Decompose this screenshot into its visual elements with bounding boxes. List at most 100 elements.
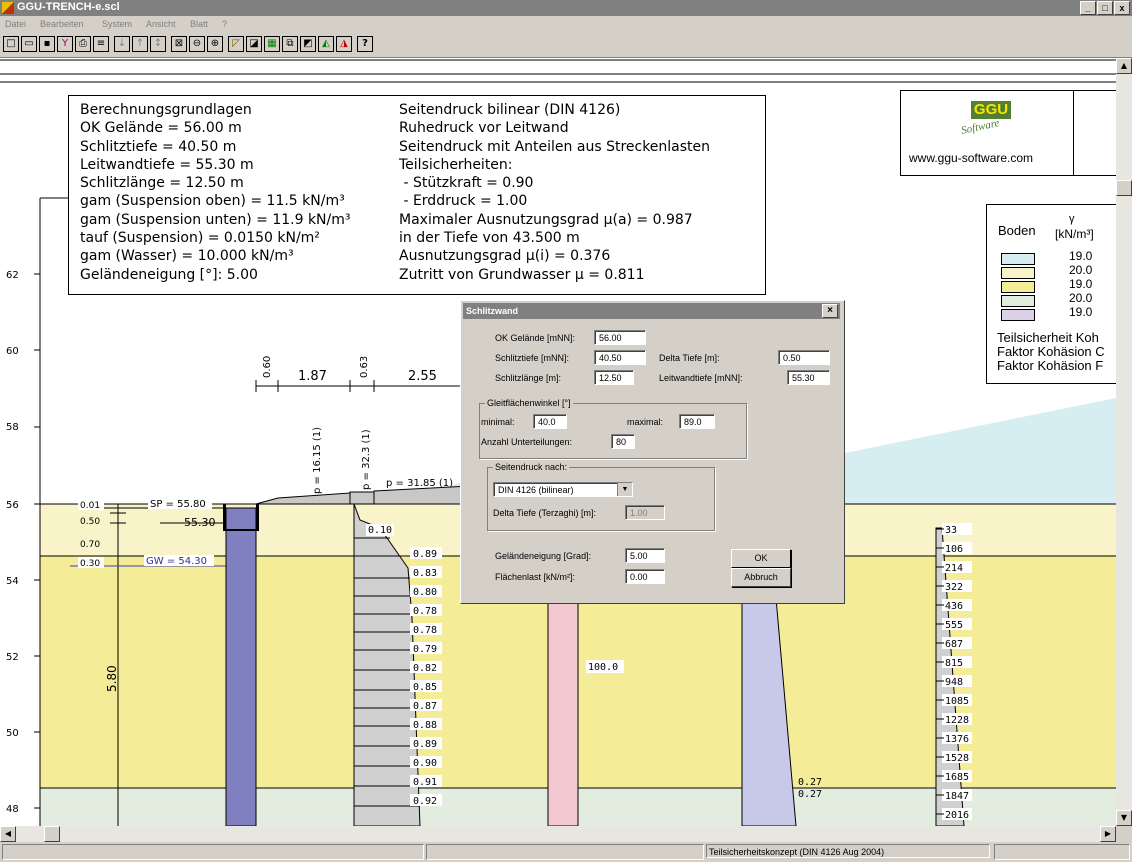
send-icon[interactable]: ◭ <box>318 36 334 52</box>
schlitztiefe-input[interactable]: 40.50 <box>594 350 646 365</box>
gleit-group <box>479 403 747 459</box>
mu-label: 0.89 <box>413 549 437 560</box>
y-tick-54: 54 <box>6 576 19 587</box>
dialog-close-icon[interactable]: × <box>822 304 838 318</box>
mu-label: 0.82 <box>413 663 437 674</box>
help-button[interactable]: ? <box>357 36 373 52</box>
table-icon[interactable]: ▦ <box>264 36 280 52</box>
new-icon[interactable]: □ <box>3 36 19 52</box>
export-icon[interactable]: ◮ <box>336 36 352 52</box>
paint-icon[interactable]: ◩ <box>300 36 316 52</box>
legend-swatch <box>1001 295 1035 307</box>
filter-icon[interactable]: Y <box>57 36 73 52</box>
save-icon[interactable]: ▪ <box>39 36 55 52</box>
logo-box: GGU Software www.ggu-software.com <box>900 90 1116 176</box>
edit-icon[interactable]: ◪ <box>246 36 262 52</box>
center-value: 100.0 <box>588 662 618 673</box>
horizontal-scrollbar[interactable]: ◀ ▶ <box>0 826 1116 842</box>
legend-swatch <box>1001 281 1035 293</box>
legend-gamma: γ <box>1069 213 1075 225</box>
minimize-button[interactable]: _ <box>1080 1 1096 15</box>
window-title: GGU-TRENCH-e.scl <box>17 1 120 13</box>
schlitzwand-dialog: Schlitzwand × OK Gelände [mNN]: 56.00 Sc… <box>460 300 845 604</box>
minimal-input[interactable]: 40.0 <box>533 414 567 429</box>
title-bar: GGU-TRENCH-e.scl _ □ x <box>0 0 1132 16</box>
gw-label: GW = 54.30 <box>146 556 207 567</box>
load-label-2: p = 32.3 (1) <box>361 429 372 490</box>
info-right-line-1: Ruhedruck vor Leitwand <box>399 120 569 137</box>
neigung-input[interactable]: 5.00 <box>625 548 665 563</box>
menu-bar: Datei Bearbeiten System Ansicht Blatt ? <box>0 16 1132 32</box>
move-up-icon[interactable]: ↑ <box>132 36 148 52</box>
print-icon[interactable]: ⎙ <box>75 36 91 52</box>
legend-note: Faktor Kohäsion C <box>997 344 1105 359</box>
anzahl-input[interactable]: 80 <box>611 434 635 449</box>
mu-top: 0.10 <box>368 525 392 536</box>
horizontal-scroll-thumb[interactable] <box>44 826 60 842</box>
dim-063: 0.63 <box>359 356 370 378</box>
info-right-line-9: Zutritt von Grundwasser µ = 0.811 <box>399 266 645 283</box>
legend-title: Boden <box>998 223 1036 238</box>
legend-notes: Teilsicherheit Koh Faktor Kohäsion C Fakto… <box>997 331 1105 373</box>
info-right-line-8: Ausnutzungsgrad µ(i) = 0.376 <box>399 248 611 265</box>
info-left-line-7: tauf (Suspension) = 0.0150 kN/m² <box>80 230 320 247</box>
pressure-label: 948 <box>945 677 963 688</box>
pressure-label: 33 <box>945 525 957 536</box>
open-icon[interactable]: ▭ <box>21 36 37 52</box>
mu-label: 0.79 <box>413 644 437 655</box>
menu-blatt[interactable]: Blatt <box>190 19 208 29</box>
purple-value-1: 0.27 <box>798 777 822 788</box>
gleit-group-title: Gleitflächenwinkel [°] <box>485 398 573 408</box>
mu-label: 0.78 <box>413 625 437 636</box>
maximal-input[interactable]: 89.0 <box>679 414 715 429</box>
zoom-window-icon[interactable]: ⊠ <box>171 36 187 52</box>
y-tick-60: 60 <box>6 346 19 357</box>
mu-label: 0.87 <box>413 701 437 712</box>
copy-icon[interactable]: ⧉ <box>282 36 298 52</box>
zoom-out-icon[interactable]: ⊖ <box>189 36 205 52</box>
info-left-line-3: Leitwandtiefe = 55.30 m <box>80 156 254 173</box>
move-down-icon[interactable]: ↓ <box>114 36 130 52</box>
legend-value: 19.0 <box>1069 305 1093 319</box>
menu-system[interactable]: System <box>102 19 132 29</box>
y-tick-52: 52 <box>6 652 19 663</box>
scroll-up-icon[interactable]: ▲ <box>1116 58 1132 74</box>
ok-gelaende-input[interactable]: 56.00 <box>594 330 646 345</box>
scroll-left-icon[interactable]: ◀ <box>0 826 16 842</box>
info-left-line-0: Berechnungsgrundlagen <box>80 102 252 118</box>
pressure-label: 1085 <box>945 696 969 707</box>
scroll-down-icon[interactable]: ▼ <box>1116 810 1132 826</box>
scroll-right-icon[interactable]: ▶ <box>1100 826 1116 842</box>
chevron-down-icon[interactable]: ▼ <box>617 483 632 496</box>
menu-help[interactable]: ? <box>222 19 227 29</box>
seitendruck-select[interactable]: DIN 4126 (bilinear) ▼ <box>493 482 633 497</box>
seiten-group-title: Seitendruck nach: <box>493 462 570 472</box>
anzahl-label: Anzahl Unterteilungen: <box>481 437 573 447</box>
y-tick-58: 58 <box>6 422 19 433</box>
menu-ansicht[interactable]: Ansicht <box>146 19 176 29</box>
info-right-line-7: in der Tiefe von 43.500 m <box>399 230 580 247</box>
vertical-scrollbar[interactable]: ▲ ▼ <box>1116 58 1132 826</box>
info-left-line-1: OK Gelände = 56.00 m <box>80 120 242 137</box>
delta-tiefe-input[interactable]: 0.50 <box>778 350 830 365</box>
close-button[interactable]: x <box>1114 1 1130 15</box>
menu-bearbeiten[interactable]: Bearbeiten <box>40 19 84 29</box>
vertical-scroll-thumb[interactable] <box>1116 180 1132 196</box>
move-both-icon[interactable]: ↕ <box>150 36 166 52</box>
cancel-button[interactable]: Abbruch <box>731 568 791 587</box>
leitwandtiefe-input[interactable]: 55.30 <box>787 370 830 385</box>
draw-icon[interactable]: ◸ <box>228 36 244 52</box>
info-box: Berechnungsgrundlagen OK Gelände = 56.00 … <box>68 95 766 295</box>
menu-datei[interactable]: Datei <box>5 19 26 29</box>
schlitzlaenge-input[interactable]: 12.50 <box>594 370 634 385</box>
legend-swatch <box>1001 267 1035 279</box>
zoom-in-icon[interactable]: ⊕ <box>207 36 223 52</box>
ok-button[interactable]: OK <box>731 549 791 568</box>
flaechenlast-input[interactable]: 0.00 <box>625 569 665 584</box>
maximize-button[interactable]: □ <box>1097 1 1113 15</box>
mu-label: 0.90 <box>413 758 437 769</box>
info-left-line-2: Schlitztiefe = 40.50 m <box>80 138 237 155</box>
list-icon[interactable]: ≡ <box>93 36 109 52</box>
terzaghi-input[interactable]: 1.00 <box>625 505 665 520</box>
dim-255: 2.55 <box>408 369 437 384</box>
